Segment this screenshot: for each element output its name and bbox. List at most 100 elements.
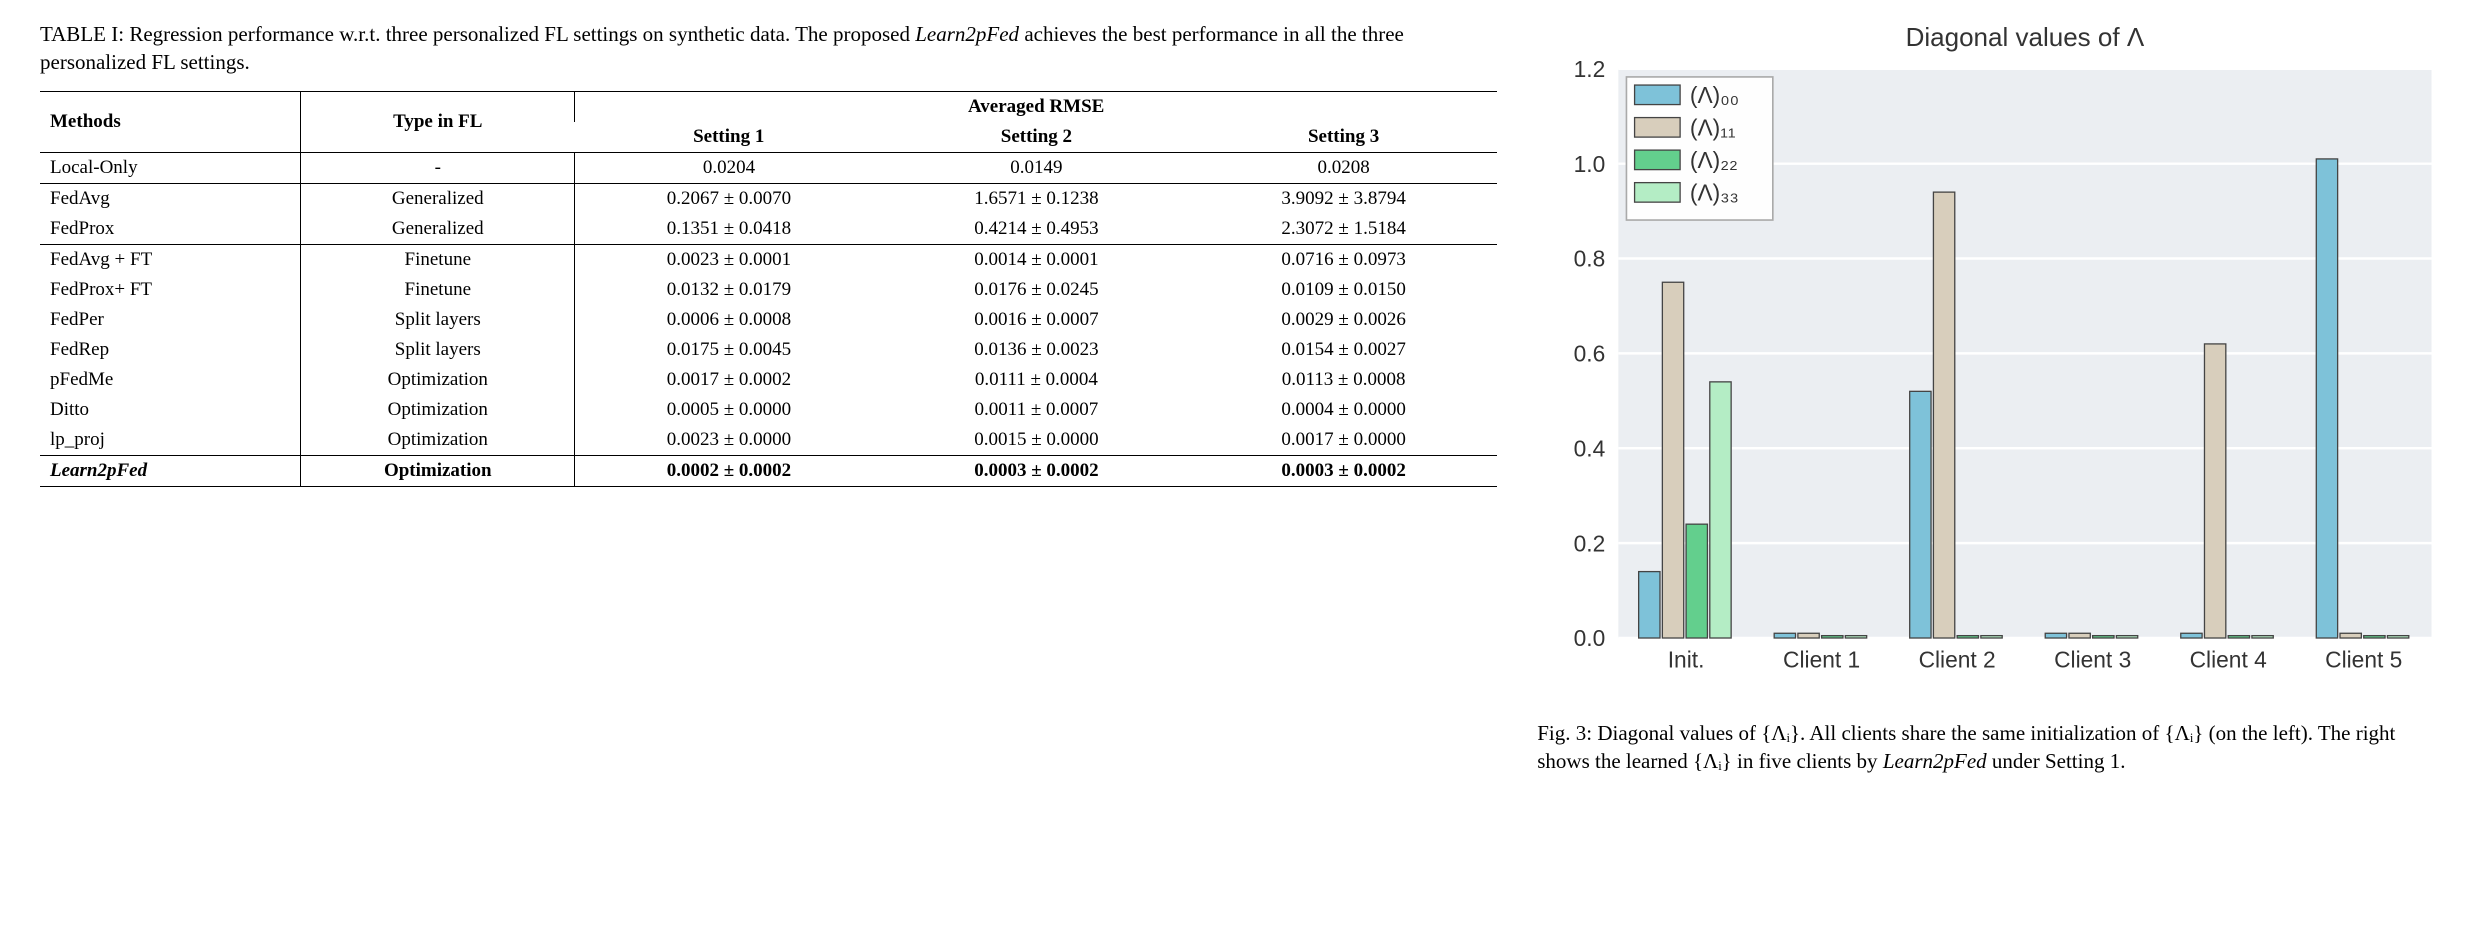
table-cell: 0.0005 ± 0.0000: [575, 395, 883, 425]
table-cell: FedAvg: [40, 183, 301, 214]
table-body: Local-Only-0.02040.01490.0208FedAvgGener…: [40, 152, 1497, 486]
table-cell: 0.0017 ± 0.0002: [575, 365, 883, 395]
bar: [1846, 636, 1867, 638]
table-cell: lp_proj: [40, 425, 301, 456]
figure-caption: Fig. 3: Diagonal values of {Λᵢ}. All cli…: [1537, 719, 2448, 776]
svg-text:(Λ)₁₁: (Λ)₁₁: [1690, 114, 1736, 140]
chart-container: Diagonal values of Λ0.00.20.40.60.81.01.…: [1537, 20, 2448, 709]
table-row: FedAvg + FTFinetune0.0023 ± 0.00010.0014…: [40, 244, 1497, 275]
table-cell: 0.0113 ± 0.0008: [1190, 365, 1497, 395]
svg-text:Client 2: Client 2: [1919, 646, 1996, 672]
col-type: Type in FL: [301, 91, 575, 152]
caption-text-1: Regression performance w.r.t. three pers…: [129, 22, 915, 46]
table-cell: Finetune: [301, 244, 575, 275]
caption-label: TABLE I:: [40, 22, 129, 46]
svg-text:1.0: 1.0: [1574, 151, 1606, 177]
bar: [1910, 391, 1931, 638]
table-cell: 1.6571 ± 0.1238: [883, 183, 1190, 214]
table-row: Learn2pFedOptimization0.0002 ± 0.0002 0.0…: [40, 455, 1497, 486]
col-rmse: Averaged RMSE: [575, 91, 1498, 122]
svg-text:Client 1: Client 1: [1783, 646, 1860, 672]
table-cell: 0.0002 ± 0.0002: [575, 455, 883, 486]
table-cell: 0.0016 ± 0.0007: [883, 305, 1190, 335]
svg-text:Diagonal values of Λ: Diagonal values of Λ: [1906, 22, 2145, 52]
table-cell: 0.0716 ± 0.0973: [1190, 244, 1497, 275]
results-table: Methods Type in FL Averaged RMSE Setting…: [40, 91, 1497, 487]
bar: [1686, 524, 1707, 638]
col-methods: Methods: [40, 91, 301, 152]
table-cell: 0.0015 ± 0.0000: [883, 425, 1190, 456]
table-cell: 0.0204: [575, 152, 883, 183]
svg-text:0.2: 0.2: [1574, 530, 1606, 556]
svg-text:0.8: 0.8: [1574, 246, 1606, 272]
bar: [2117, 636, 2138, 638]
svg-text:0.6: 0.6: [1574, 341, 1606, 367]
table-cell: FedPer: [40, 305, 301, 335]
bar: [2388, 636, 2409, 638]
col-s3: Setting 3: [1190, 122, 1497, 153]
table-cell: Split layers: [301, 335, 575, 365]
table-cell: 0.0132 ± 0.0179: [575, 275, 883, 305]
page-layout: TABLE I: Regression performance w.r.t. t…: [40, 20, 2448, 776]
table-cell: 0.0149: [883, 152, 1190, 183]
table-cell: 0.0029 ± 0.0026: [1190, 305, 1497, 335]
table-cell: 0.1351 ± 0.0418: [575, 214, 883, 245]
bar: [2317, 159, 2338, 638]
table-cell: 0.0023 ± 0.0001: [575, 244, 883, 275]
table-cell: 3.9092 ± 3.8794: [1190, 183, 1497, 214]
caption-method: Learn2pFed: [915, 22, 1019, 46]
table-cell: 0.0176 ± 0.0245: [883, 275, 1190, 305]
col-s1: Setting 1: [575, 122, 883, 153]
table-cell: Generalized: [301, 183, 575, 214]
table-cell: FedProx+ FT: [40, 275, 301, 305]
table-cell: Split layers: [301, 305, 575, 335]
table-cell: Ditto: [40, 395, 301, 425]
table-cell: 0.0136 ± 0.0023: [883, 335, 1190, 365]
table-cell: Optimization: [301, 425, 575, 456]
svg-text:(Λ)₃₃: (Λ)₃₃: [1690, 180, 1739, 206]
table-cell: Optimization: [301, 455, 575, 486]
table-cell: FedProx: [40, 214, 301, 245]
bar: [2045, 633, 2066, 638]
table-cell: -: [301, 152, 575, 183]
table-cell: 0.4214 ± 0.4953: [883, 214, 1190, 245]
bar: [1774, 633, 1795, 638]
table-cell: 0.0003 ± 0.0002: [1190, 455, 1497, 486]
table-row: Local-Only-0.02040.01490.0208: [40, 152, 1497, 183]
table-cell: 0.0111 ± 0.0004: [883, 365, 1190, 395]
table-cell: 0.0175 ± 0.0045: [575, 335, 883, 365]
svg-text:Client 4: Client 4: [2190, 646, 2267, 672]
table-row: pFedMeOptimization0.0017 ± 0.00020.0111 …: [40, 365, 1497, 395]
table-cell: 0.0208: [1190, 152, 1497, 183]
fig-method: Learn2pFed: [1883, 749, 1987, 773]
col-s2: Setting 2: [883, 122, 1190, 153]
bar: [1710, 382, 1731, 638]
table-cell: pFedMe: [40, 365, 301, 395]
bar: [2340, 633, 2361, 638]
table-section: TABLE I: Regression performance w.r.t. t…: [40, 20, 1497, 487]
table-cell: 0.0109 ± 0.0150: [1190, 275, 1497, 305]
svg-text:(Λ)₀₀: (Λ)₀₀: [1690, 82, 1739, 108]
table-cell: 0.0014 ± 0.0001: [883, 244, 1190, 275]
bar: [2228, 636, 2249, 638]
bar: [1639, 572, 1660, 638]
table-cell: Generalized: [301, 214, 575, 245]
svg-text:1.2: 1.2: [1574, 56, 1606, 82]
table-cell: Optimization: [301, 395, 575, 425]
bar: [2069, 633, 2090, 638]
svg-text:(Λ)₂₂: (Λ)₂₂: [1690, 147, 1738, 173]
bar: [2205, 344, 2226, 638]
bar: [2181, 633, 2202, 638]
table-row: FedAvgGeneralized0.2067 ± 0.00701.6571 ±…: [40, 183, 1497, 214]
table-cell: 0.0004 ± 0.0000: [1190, 395, 1497, 425]
table-cell: 0.0154 ± 0.0027: [1190, 335, 1497, 365]
table-cell: Learn2pFed: [40, 455, 301, 486]
bar: [1957, 636, 1978, 638]
table-row: FedPerSplit layers0.0006 ± 0.00080.0016 …: [40, 305, 1497, 335]
svg-text:0.0: 0.0: [1574, 625, 1606, 651]
bar: [1934, 192, 1955, 638]
table-cell: FedRep: [40, 335, 301, 365]
fig-text-2: under Setting 1.: [1987, 749, 2126, 773]
table-cell: FedAvg + FT: [40, 244, 301, 275]
table-cell: Finetune: [301, 275, 575, 305]
